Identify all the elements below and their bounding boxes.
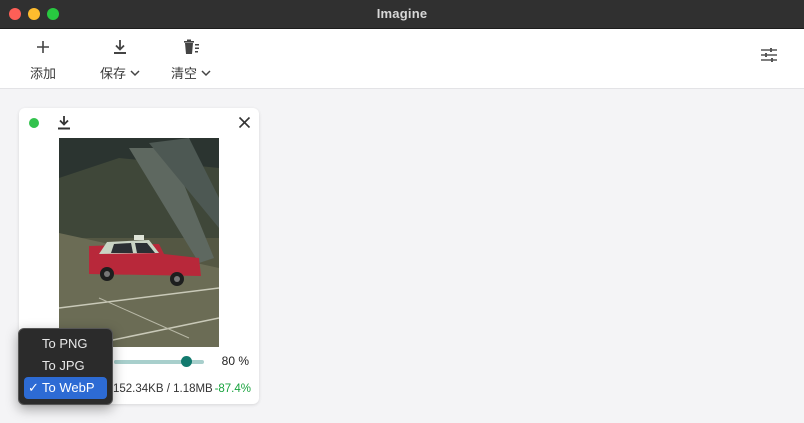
menu-item-label: To JPG xyxy=(42,358,85,373)
quality-value: 80 % xyxy=(221,354,249,368)
checkmark-icon: ✓ xyxy=(28,380,39,395)
window-title: Imagine xyxy=(376,6,428,21)
download-icon[interactable] xyxy=(57,115,71,135)
save-label: 保存 xyxy=(100,66,127,81)
file-sizes: 152.34KB / 1.18MB xyxy=(113,383,213,395)
status-indicator xyxy=(29,118,39,128)
menu-item-to-jpg[interactable]: To JPG xyxy=(24,355,107,377)
image-preview xyxy=(59,138,219,347)
plus-icon xyxy=(36,37,50,57)
chevron-down-icon xyxy=(130,65,140,80)
chevron-down-icon xyxy=(201,65,211,80)
title-bar: Imagine xyxy=(0,0,804,29)
add-button[interactable]: 添加 xyxy=(30,37,56,82)
settings-sliders-icon[interactable] xyxy=(760,47,778,68)
save-button[interactable]: 保存 xyxy=(100,37,140,82)
quality-slider-fill xyxy=(114,360,186,364)
clear-list-icon xyxy=(182,37,200,57)
download-icon xyxy=(113,37,127,57)
menu-item-to-png[interactable]: To PNG xyxy=(24,333,107,355)
quality-slider-thumb[interactable] xyxy=(181,356,192,367)
add-label: 添加 xyxy=(30,66,57,81)
quality-slider[interactable] xyxy=(114,356,204,367)
size-reduction: -87.4% xyxy=(214,383,251,395)
close-icon[interactable] xyxy=(238,116,251,134)
menu-item-label: To PNG xyxy=(42,336,88,351)
toolbar: 添加 保存 清空 xyxy=(0,29,804,89)
clear-button[interactable]: 清空 xyxy=(171,37,211,82)
menu-item-label: To WebP xyxy=(42,380,95,395)
format-menu: To PNG To JPG ✓ To WebP xyxy=(18,328,113,405)
clear-label: 清空 xyxy=(171,66,198,81)
menu-item-to-webp[interactable]: ✓ To WebP xyxy=(24,377,107,399)
